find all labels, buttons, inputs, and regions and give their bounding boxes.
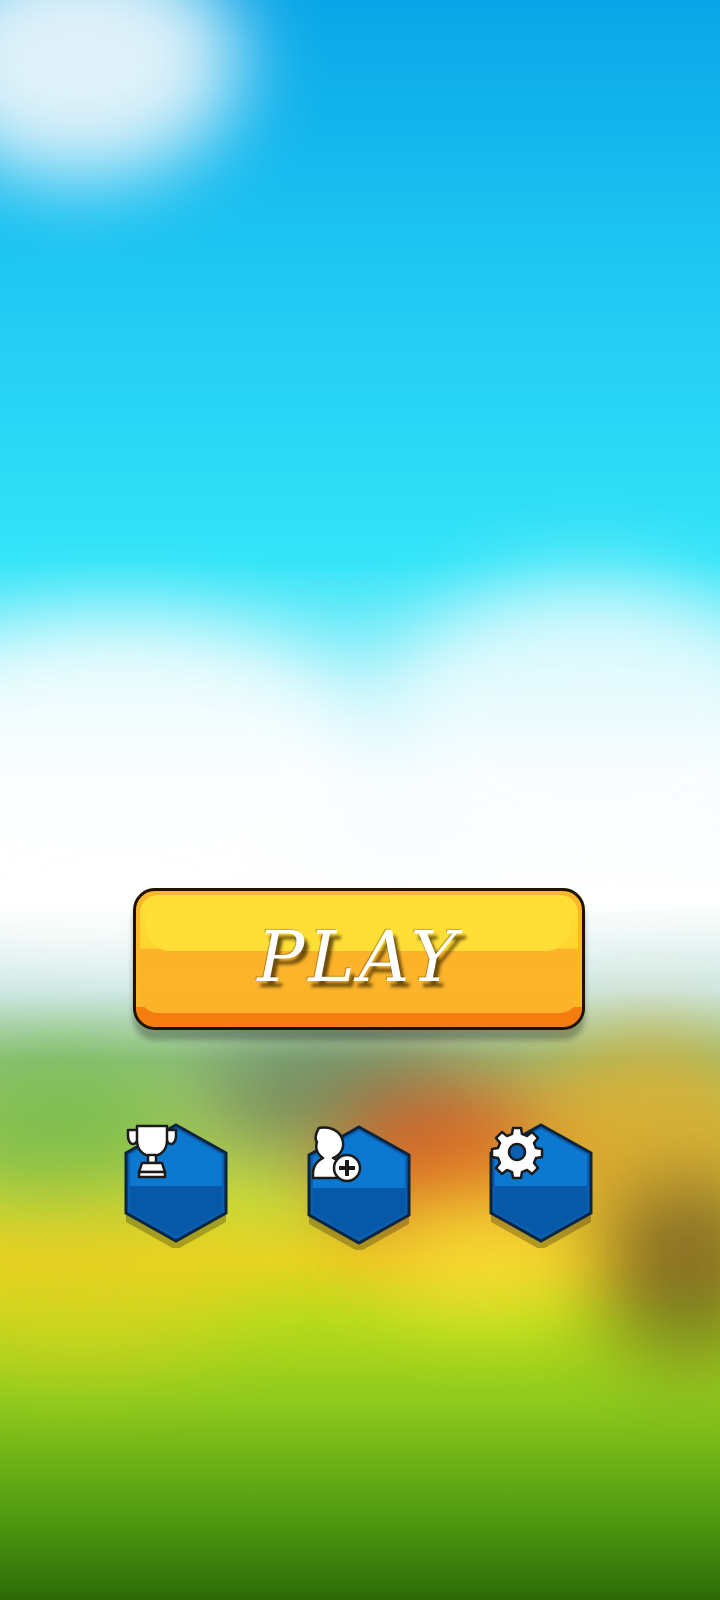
user-add-icon [311, 1126, 362, 1183]
leaderboard-button[interactable] [122, 1122, 230, 1248]
play-label: PLAY [257, 916, 461, 998]
settings-button[interactable] [487, 1122, 595, 1248]
add-player-button[interactable] [305, 1124, 413, 1250]
play-button[interactable]: PLAY [133, 888, 585, 1030]
trophy-icon [126, 1124, 178, 1179]
gear-icon [490, 1126, 544, 1180]
blurred-background [0, 0, 720, 1600]
